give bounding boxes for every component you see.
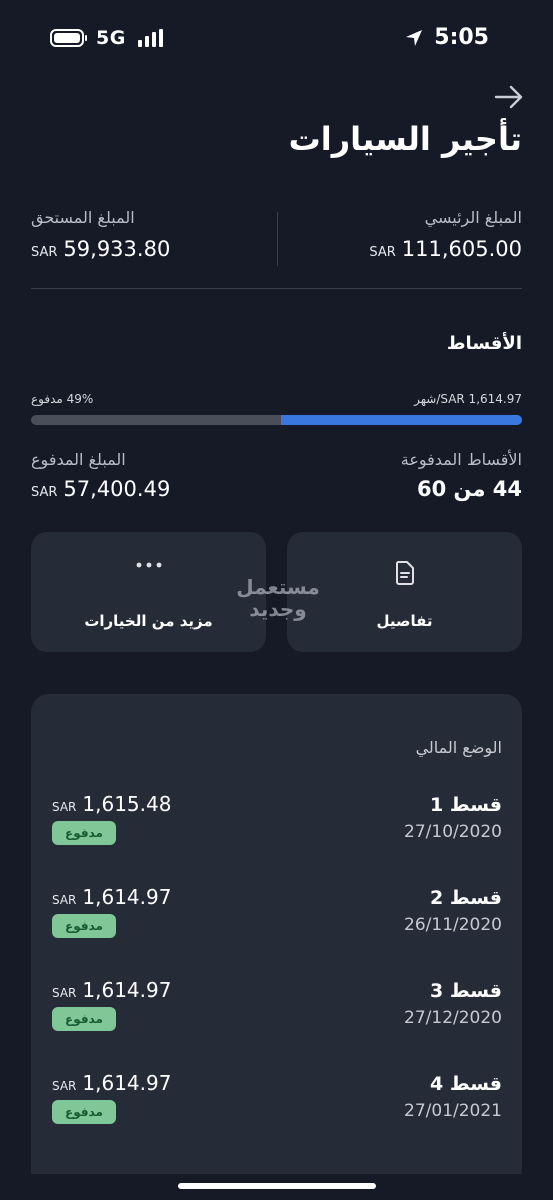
principal-amount: SAR 111,605.00 (292, 237, 522, 261)
more-options-button[interactable]: مزيد من الخيارات (31, 532, 266, 652)
paid-amount-value: 57,400.49 (63, 477, 171, 501)
installment-row[interactable]: قسط 4 27/01/2021 SAR 1,614.97 مدفوع (31, 1071, 522, 1143)
installment-row[interactable]: قسط 2 26/11/2020 SAR 1,614.97 مدفوع (31, 885, 522, 957)
currency-label: SAR (31, 485, 58, 500)
document-icon (395, 561, 414, 585)
financial-status-card: الوضع المالي قسط 1 27/10/2020 SAR 1,615.4… (31, 694, 522, 1174)
installment-name: قسط 2 (430, 887, 502, 909)
arrow-right-icon[interactable] (494, 85, 524, 109)
watermark-line-1: مستعمل (236, 575, 320, 599)
section-divider (31, 288, 522, 289)
installment-date: 27/10/2020 (404, 822, 502, 842)
currency-label: SAR (52, 986, 77, 1000)
due-amount: SAR 59,933.80 (31, 237, 261, 261)
financial-status-title: الوضع المالي (415, 738, 502, 757)
installment-date: 26/11/2020 (404, 915, 502, 935)
summary-section: المبلغ الرئيسي SAR 111,605.00 المبلغ المس… (31, 208, 522, 270)
installment-date: 27/01/2021 (404, 1101, 502, 1121)
installment-amount: SAR 1,614.97 (52, 885, 171, 909)
installment-name: قسط 3 (430, 980, 502, 1002)
installment-row[interactable]: قسط 3 27/12/2020 SAR 1,614.97 مدفوع (31, 978, 522, 1050)
battery-icon (50, 29, 87, 47)
principal-amount-block: المبلغ الرئيسي SAR 111,605.00 (292, 208, 522, 261)
watermark-logo: مستعمل وجديد (232, 576, 324, 624)
progress-labels: 49% مدفوع SAR 1,614.97/شهر (31, 392, 522, 410)
status-bar: 5G 5:05 (0, 0, 553, 76)
paid-status-badge: مدفوع (52, 1100, 116, 1124)
installment-amount: SAR 1,614.97 (52, 978, 171, 1002)
ellipsis-icon (136, 562, 161, 568)
monthly-amount-label: SAR 1,614.97/شهر (414, 392, 522, 406)
signal-bars-icon (137, 29, 163, 47)
installment-name: قسط 4 (430, 1073, 502, 1095)
paid-installments-label: الأقساط المدفوعة (400, 450, 522, 469)
principal-value: 111,605.00 (401, 237, 522, 261)
paid-status-badge: مدفوع (52, 821, 116, 845)
summary-divider (277, 212, 278, 266)
currency-label: SAR (52, 1079, 77, 1093)
due-value: 59,933.80 (63, 237, 171, 261)
status-right: 5:05 (404, 25, 489, 50)
paid-installments-block: الأقساط المدفوعة 44 من 60 (401, 450, 522, 501)
more-options-label: مزيد من الخيارات (84, 612, 213, 630)
paid-status-badge: مدفوع (52, 914, 116, 938)
paid-amount-label: المبلغ المدفوع (31, 450, 126, 469)
installment-row[interactable]: قسط 1 27/10/2020 SAR 1,615.48 مدفوع (31, 792, 522, 864)
due-amount-block: المبلغ المستحق SAR 59,933.80 (31, 208, 261, 261)
currency-label: SAR (369, 245, 396, 260)
currency-label: SAR (52, 893, 77, 907)
home-indicator[interactable] (178, 1183, 376, 1189)
status-left: 5G (50, 27, 163, 49)
due-label: المبلغ المستحق (31, 208, 135, 227)
currency-label: SAR (52, 800, 77, 814)
installment-amount-value: 1,614.97 (82, 885, 172, 909)
installment-date: 27/12/2020 (404, 1008, 502, 1028)
paid-status-badge: مدفوع (52, 1007, 116, 1031)
progress-fill (281, 415, 522, 425)
paid-installments-value: 44 من 60 (417, 477, 522, 501)
progress-bar (31, 415, 522, 425)
paid-amount-block: المبلغ المدفوع SAR 57,400.49 (31, 450, 170, 501)
network-label: 5G (96, 27, 126, 49)
paid-percent-label: 49% مدفوع (31, 392, 94, 406)
installment-amount: SAR 1,615.48 (52, 792, 171, 816)
installment-amount-value: 1,615.48 (82, 792, 172, 816)
installment-name: قسط 1 (430, 794, 502, 816)
principal-label: المبلغ الرئيسي (424, 208, 522, 227)
page-title: تأجير السيارات (288, 120, 522, 158)
paid-amount: SAR 57,400.49 (31, 477, 170, 501)
installment-stats: الأقساط المدفوعة 44 من 60 المبلغ المدفوع… (31, 450, 522, 506)
location-arrow-icon (406, 29, 423, 46)
clock: 5:05 (434, 25, 489, 50)
currency-label: SAR (31, 245, 58, 260)
watermark-line-2: وجديد (249, 597, 307, 621)
installment-amount-value: 1,614.97 (82, 1071, 172, 1095)
installment-amount-value: 1,614.97 (82, 978, 172, 1002)
installment-amount: SAR 1,614.97 (52, 1071, 171, 1095)
installments-heading: الأقساط (446, 333, 522, 354)
